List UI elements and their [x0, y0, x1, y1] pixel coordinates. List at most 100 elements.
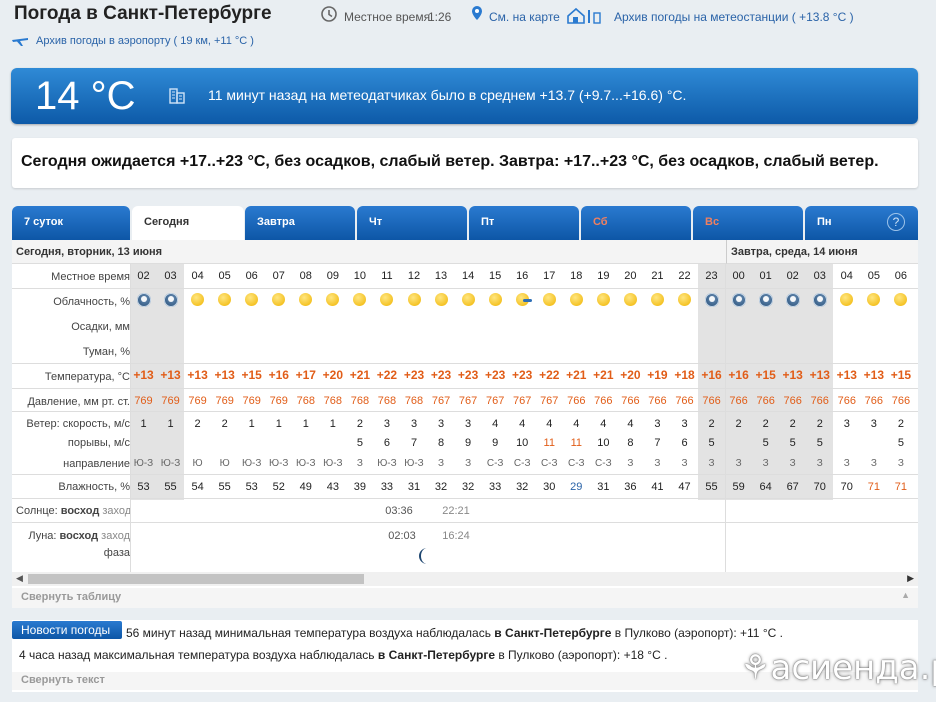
page-title: Погода в Санкт-Петербурге	[14, 3, 272, 24]
wind-cell: 1	[248, 418, 255, 430]
tab-fri[interactable]: Пт	[469, 206, 579, 240]
humidity-cell: 71	[867, 481, 880, 493]
humidity-cell: 32	[516, 481, 529, 493]
map-link[interactable]: См. на карте	[489, 10, 560, 24]
hour-cell: 18	[570, 270, 583, 282]
sun-icon	[596, 293, 610, 306]
sun-icon	[894, 293, 908, 306]
plane-icon	[12, 38, 28, 46]
pressure-cell: 766	[864, 395, 884, 407]
tab-sun[interactable]: Вс	[693, 206, 803, 240]
direction-cell: Ю-З	[133, 458, 154, 469]
temp-cell: +21	[566, 368, 587, 382]
tab-thu[interactable]: Чт	[357, 206, 467, 240]
gust-cell: 8	[627, 437, 634, 449]
news-button[interactable]: Новости погоды	[12, 621, 122, 639]
news-line-2: 4 часа назад максимальная температура во…	[19, 648, 667, 662]
temp-cell: +20	[322, 368, 344, 382]
direction-cell: Ю-З	[241, 458, 262, 469]
temp-cell: +13	[187, 368, 208, 382]
humidity-cell: 39	[353, 481, 367, 493]
top-bar: Погода в Санкт-Петербурге Местное время …	[0, 0, 936, 47]
help-icon[interactable]: ?	[887, 213, 905, 231]
watermark-text: асиенда.ру	[770, 648, 936, 688]
hour-cell: 01	[759, 270, 772, 282]
sunrise-value: 03:36	[385, 505, 413, 517]
label-precip: Осадки, мм	[71, 321, 130, 333]
news1-post: в Пулково (аэропорт): +11 °C .	[611, 626, 783, 640]
building-icon	[169, 88, 185, 104]
map-pin-icon[interactable]	[471, 5, 483, 21]
local-time-value: 1:26	[428, 10, 452, 24]
gust-cell: 6	[383, 437, 390, 449]
pressure-cell: 767	[485, 395, 505, 407]
local-time-label: Местное время	[344, 10, 431, 24]
tab-today[interactable]: Сегодня	[132, 206, 244, 240]
news2-pre: 4 часа назад максимальная температура во…	[19, 648, 378, 662]
label-time: Местное время	[51, 271, 130, 283]
direction-cell: С-З	[595, 458, 612, 469]
gust-cell: 5	[762, 437, 769, 449]
gust-cell: 9	[465, 437, 472, 449]
tab-7-days[interactable]: 7 суток	[12, 206, 130, 240]
tab-tomorrow[interactable]: Завтра	[245, 206, 355, 240]
night-clear-icon	[705, 293, 720, 307]
pressure-cell: 766	[648, 395, 667, 407]
hour-cell: 21	[651, 270, 664, 282]
airport-archive-link[interactable]: Архив погоды в аэропорту ( 19 км, +11 °C…	[36, 35, 254, 47]
pressure-cell: 767	[540, 395, 559, 407]
temp-cell: +16	[268, 368, 289, 382]
label-gusts: порывы, м/с	[67, 437, 130, 449]
row-divider	[12, 498, 918, 499]
sun-icon	[407, 293, 421, 306]
direction-cell: З	[870, 458, 877, 469]
row-divider	[12, 522, 918, 523]
day-header-tomorrow: Завтра, среда, 14 июня	[726, 240, 918, 264]
horizontal-scrollbar[interactable]: ◀ ▶	[12, 572, 918, 586]
hour-cell: 09	[326, 270, 339, 282]
wind-cell: 2	[356, 418, 363, 430]
gust-cell: 6	[681, 437, 688, 449]
collapse-table-label: Свернуть таблицу	[21, 591, 122, 603]
direction-cell: С-З	[540, 458, 558, 469]
sun-label-text: Солнце:	[16, 505, 58, 517]
hour-cell: 19	[597, 270, 610, 282]
temp-cell: +17	[295, 368, 316, 382]
pressure-cell: 768	[350, 395, 370, 407]
hour-cell: 14	[461, 270, 475, 282]
news1-city: в Санкт-Петербурге	[494, 626, 612, 640]
tab-sat[interactable]: Сб	[581, 206, 691, 240]
hour-cell: 00	[732, 270, 745, 282]
hour-cell: 23	[705, 270, 718, 282]
temp-cell: +13	[133, 368, 154, 382]
sunset-value: 22:21	[442, 505, 470, 517]
pressure-cell: 766	[783, 395, 802, 407]
sun-icon	[272, 293, 286, 306]
collapse-table-button[interactable]: Свернуть таблицу ▲	[12, 588, 918, 608]
gust-cell: 9	[492, 437, 499, 449]
day-tabs: 7 суток Сегодня Завтра Чт Пт Сб Вс Пн ?	[12, 206, 918, 240]
label-temp: Температура, °C	[44, 371, 130, 383]
direction-cell: Ю-З	[160, 458, 181, 469]
moon-phase-icon	[419, 548, 427, 564]
wind-cell: 2	[897, 418, 904, 430]
hour-cell: 04	[191, 270, 204, 282]
temp-cell: +23	[484, 368, 506, 382]
pressure-cell: 766	[567, 395, 586, 407]
moonrise-value: 02:03	[388, 530, 416, 542]
news-line-1: 56 минут назад минимальная температура в…	[126, 626, 783, 640]
sun-icon	[245, 293, 259, 306]
scrollbar-thumb[interactable]	[28, 574, 364, 584]
sun-icon	[191, 293, 205, 306]
scroll-right-icon[interactable]: ▶	[907, 573, 914, 584]
humidity-cell: 52	[272, 481, 285, 493]
direction-cell: С-З	[513, 458, 531, 469]
scroll-left-icon[interactable]: ◀	[16, 573, 23, 584]
label-humidity: Влажность, %	[58, 481, 130, 493]
watermark-logo: ⚘асиенда.ру	[740, 648, 936, 688]
row-divider	[12, 363, 918, 364]
moonset-value: 16:24	[442, 530, 470, 542]
direction-cell: З	[438, 458, 445, 469]
station-archive-link[interactable]: Архив погоды на метеостанции ( +13.8 °C …	[614, 10, 854, 24]
humidity-cell: 71	[894, 481, 908, 493]
